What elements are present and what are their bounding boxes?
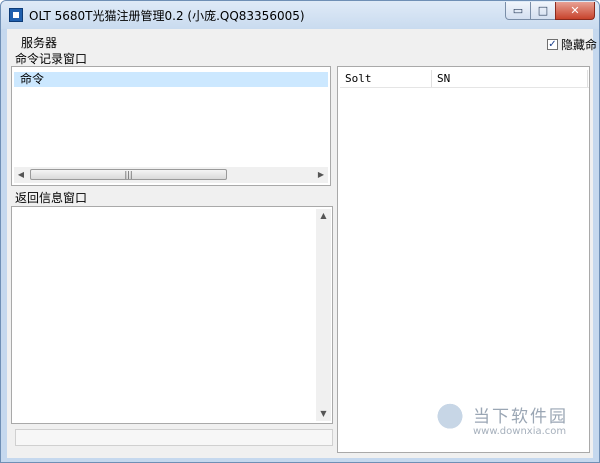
close-icon: ✕ xyxy=(570,4,580,17)
close-button[interactable]: ✕ xyxy=(555,2,595,20)
hide-command-label: 隐藏命 xyxy=(561,38,598,52)
horizontal-scrollbar[interactable]: ◀ ||| ▶ xyxy=(14,167,328,183)
return-info-title: 返回信息窗口 xyxy=(15,191,88,205)
watermark-name: 当下软件园 xyxy=(473,407,568,427)
window-title: OLT 5680T光猫注册管理0.2 (小庞.QQ83356005) xyxy=(29,9,305,23)
title-bar[interactable]: OLT 5680T光猫注册管理0.2 (小庞.QQ83356005) ▭ □ ✕ xyxy=(1,1,599,29)
scroll-down-icon[interactable]: ▼ xyxy=(316,407,331,421)
vertical-scrollbar[interactable]: ▲ ▼ xyxy=(316,209,331,421)
app-icon xyxy=(9,8,23,22)
header-divider xyxy=(340,87,589,88)
checkbox-icon[interactable]: ✓ xyxy=(547,39,558,50)
result-table[interactable]: Solt SN xyxy=(337,66,590,453)
watermark-url: www.downxia.com xyxy=(473,426,567,437)
menu-server[interactable]: 服务器 xyxy=(21,34,57,51)
scroll-left-icon[interactable]: ◀ xyxy=(14,167,28,183)
watermark: 当下软件园 www.downxia.com xyxy=(435,399,585,447)
scroll-right-icon[interactable]: ▶ xyxy=(314,167,328,183)
command-log-list[interactable]: 命令 ◀ ||| ▶ xyxy=(11,66,331,186)
watermark-logo-icon xyxy=(435,401,465,439)
column-header-sn[interactable]: SN xyxy=(432,70,588,87)
input-box[interactable] xyxy=(15,429,333,446)
scroll-thumb[interactable]: ||| xyxy=(30,169,227,180)
return-info-textarea[interactable]: ▲ ▼ xyxy=(11,206,333,424)
main-window: OLT 5680T光猫注册管理0.2 (小庞.QQ83356005) ▭ □ ✕… xyxy=(0,0,600,463)
minimize-button[interactable]: ▭ xyxy=(505,2,531,20)
maximize-button[interactable]: □ xyxy=(530,2,556,20)
command-log-title: 命令记录窗口 xyxy=(15,52,88,66)
minimize-icon: ▭ xyxy=(512,4,524,17)
client-area: 服务器 ✓ 隐藏命 命令记录窗口 命令 ◀ ||| ▶ 返回信息窗口 ▲ ▼ S… xyxy=(7,29,597,458)
scroll-up-icon[interactable]: ▲ xyxy=(316,209,331,223)
maximize-icon: □ xyxy=(537,4,549,17)
list-item[interactable]: 命令 xyxy=(14,72,328,87)
hide-command-toggle[interactable]: ✓ 隐藏命 xyxy=(547,36,597,53)
column-header-slot[interactable]: Solt xyxy=(340,70,432,87)
